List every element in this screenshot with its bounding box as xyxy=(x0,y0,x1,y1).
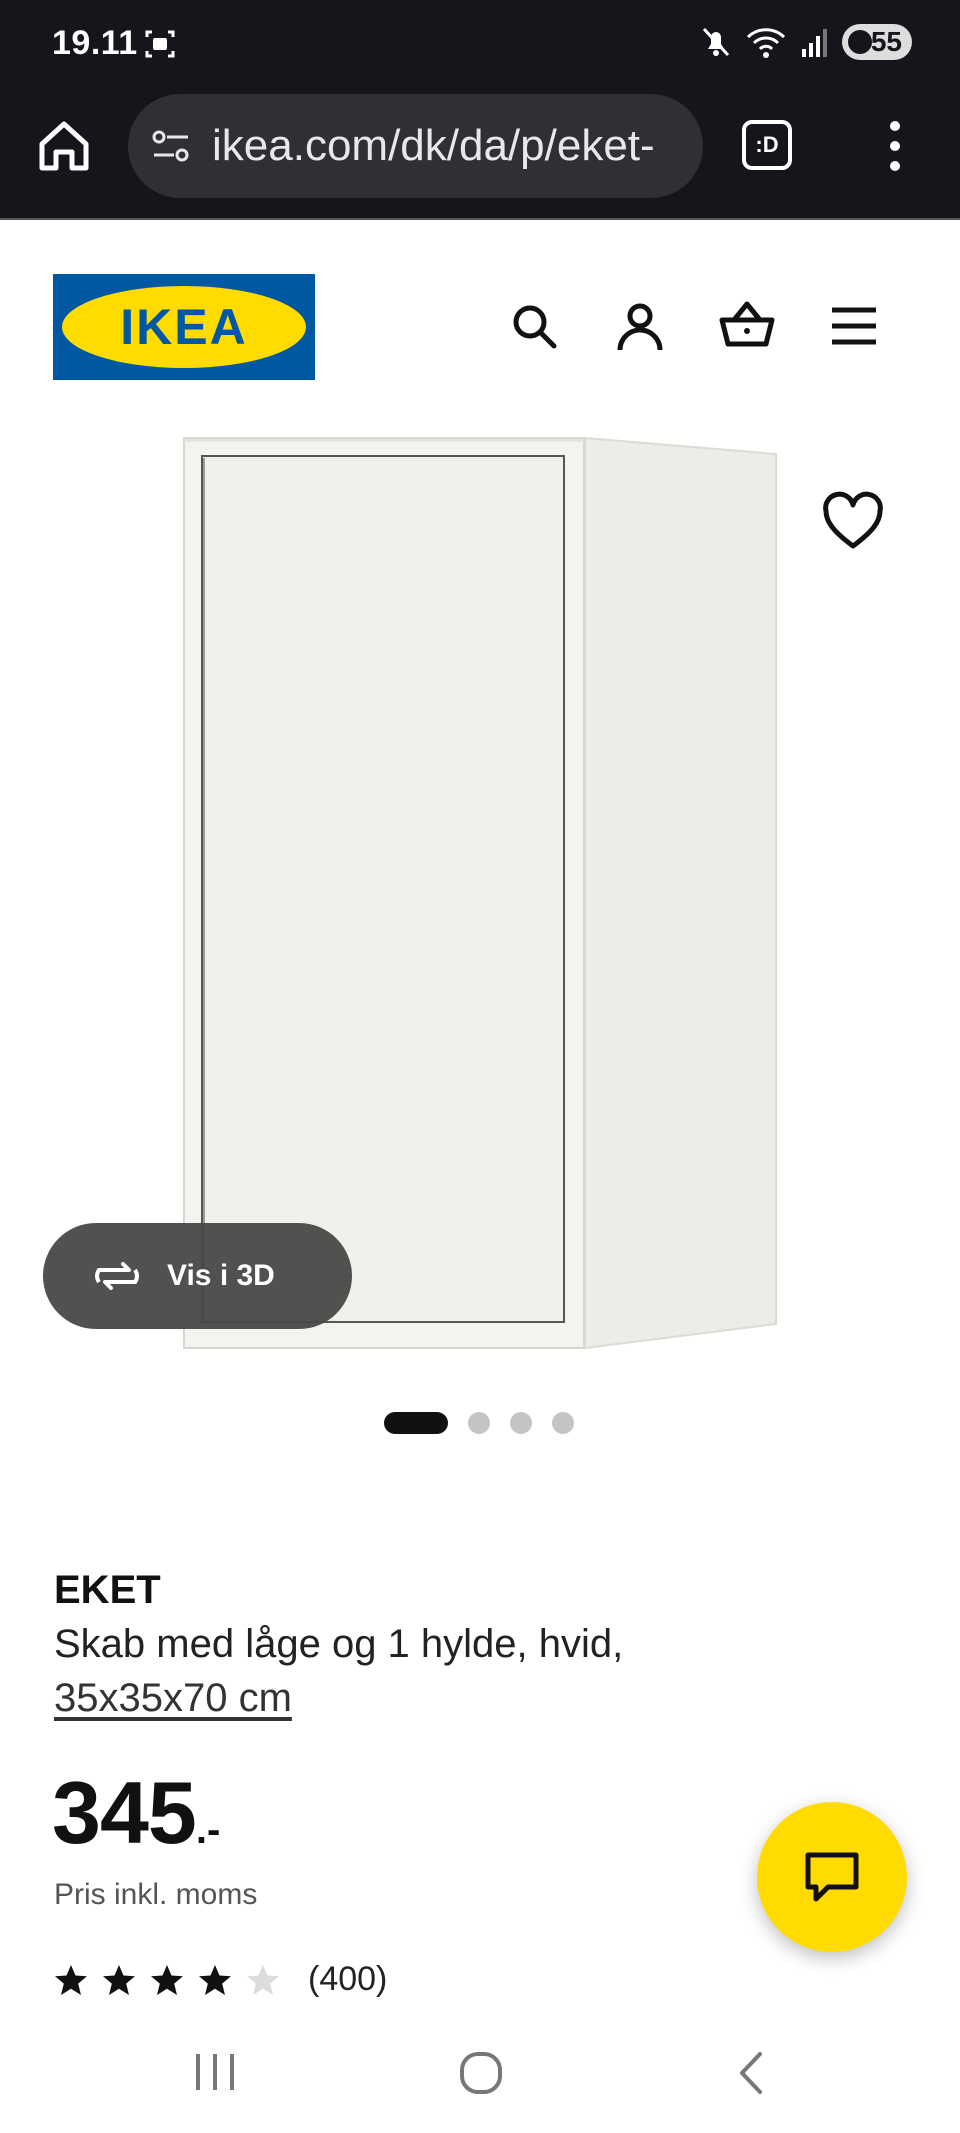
heart-icon[interactable] xyxy=(820,490,886,556)
mute-icon xyxy=(702,27,730,57)
signal-icon xyxy=(802,29,827,57)
battery-icon: 55 xyxy=(842,24,912,60)
star-empty-icon xyxy=(247,1964,279,1995)
site-settings-icon[interactable] xyxy=(150,125,192,167)
star-icon xyxy=(103,1964,135,1995)
price-suffix: .- xyxy=(195,1808,221,1852)
review-count[interactable]: (400) xyxy=(308,1960,387,1999)
gallery-dot-3[interactable] xyxy=(510,1412,532,1434)
home-circle-icon[interactable] xyxy=(458,2050,504,2096)
product-price: 345.- xyxy=(52,1762,220,1864)
account-icon[interactable] xyxy=(612,298,668,354)
price-main: 345 xyxy=(52,1763,197,1862)
url-text[interactable]: ikea.com/dk/da/p/eket- xyxy=(212,121,655,171)
gallery-dot-2[interactable] xyxy=(468,1412,490,1434)
system-nav-bar xyxy=(0,2020,960,2133)
price-note: Pris inkl. moms xyxy=(54,1878,258,1911)
product-size-link[interactable]: 35x35x70 cm xyxy=(54,1676,292,1721)
home-icon[interactable] xyxy=(36,118,92,174)
chat-icon xyxy=(805,1852,859,1902)
chat-button[interactable] xyxy=(757,1802,907,1952)
recent-apps-icon[interactable] xyxy=(192,2050,238,2094)
hamburger-menu-icon[interactable] xyxy=(826,298,882,354)
ikea-logo-mark: IKEA xyxy=(62,286,306,368)
rotate-3d-icon xyxy=(95,1262,139,1290)
logo-text: IKEA xyxy=(120,299,247,355)
more-vert-icon[interactable] xyxy=(880,118,910,174)
gallery-dot-1[interactable] xyxy=(384,1412,448,1434)
gallery-pagination xyxy=(384,1412,574,1434)
basket-icon[interactable] xyxy=(718,298,776,354)
star-icon xyxy=(55,1964,87,1995)
search-icon[interactable] xyxy=(506,298,562,354)
browser-toolbar: ikea.com/dk/da/p/eket- :D xyxy=(0,88,960,220)
status-icons: 55 xyxy=(700,24,912,60)
battery-level: 55 xyxy=(870,26,902,57)
product-rating[interactable]: (400) xyxy=(54,1960,387,1999)
screenshot-icon xyxy=(145,30,175,58)
star-icon xyxy=(199,1964,231,1995)
gallery-dot-4[interactable] xyxy=(552,1412,574,1434)
view-3d-button[interactable]: Vis i 3D xyxy=(43,1223,352,1329)
back-icon[interactable] xyxy=(734,2050,766,2096)
product-description: Skab med låge og 1 hylde, hvid, xyxy=(54,1622,624,1666)
ikea-logo[interactable]: IKEA xyxy=(53,274,315,380)
status-bar: 19.11 55 xyxy=(0,0,960,88)
address-bar[interactable]: ikea.com/dk/da/p/eket- xyxy=(128,94,703,198)
wifi-icon xyxy=(746,28,786,58)
star-icon xyxy=(151,1964,183,1995)
reader-mode-icon[interactable]: :D xyxy=(742,120,792,170)
status-time: 19.11 xyxy=(52,24,138,62)
product-name: EKET xyxy=(54,1568,161,1612)
view-3d-label: Vis i 3D xyxy=(167,1259,275,1292)
